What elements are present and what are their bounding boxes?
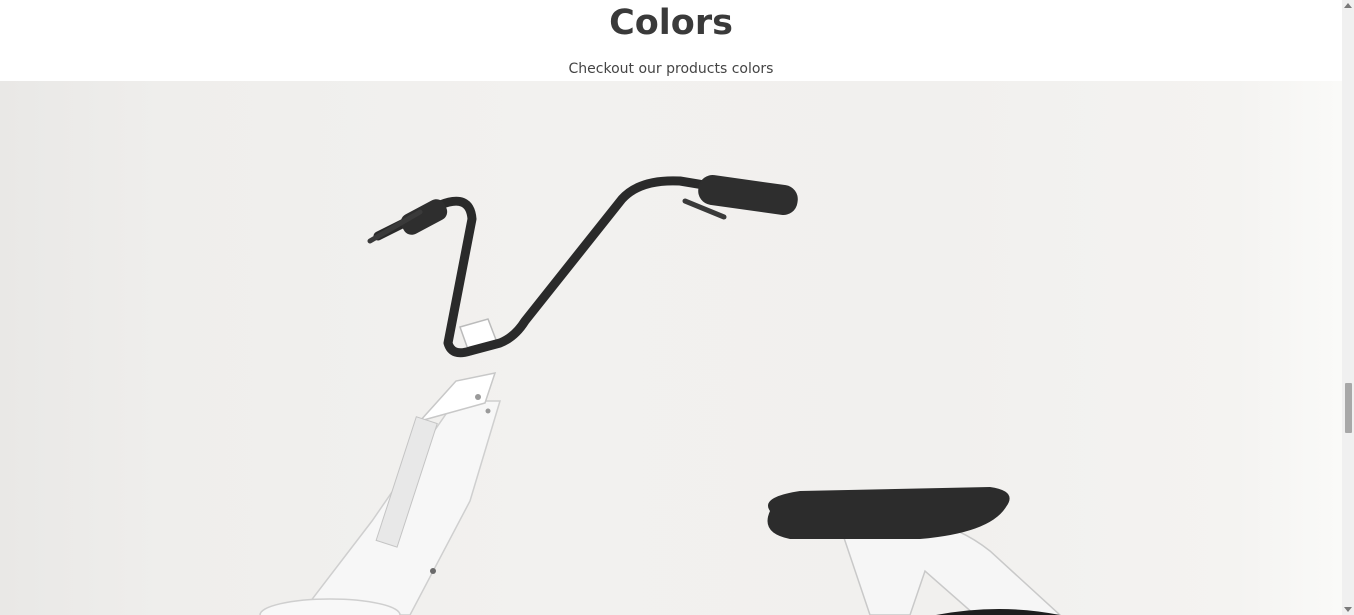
- electric-bike-image: [259, 174, 1062, 615]
- scroll-up-arrow-icon[interactable]: [1344, 3, 1352, 8]
- bike-seat: [767, 487, 1010, 539]
- bike-bolt: [485, 408, 491, 414]
- bike-bolt: [475, 394, 481, 400]
- page-content: Colors Checkout our products colors: [0, 0, 1342, 615]
- product-hero-image: [0, 81, 1342, 615]
- colors-section-header: Colors Checkout our products colors: [0, 0, 1342, 81]
- section-title: Colors: [609, 3, 733, 43]
- vertical-scrollbar[interactable]: [1342, 0, 1354, 615]
- bike-left-grip: [400, 199, 448, 235]
- scrollbar-thumb[interactable]: [1345, 383, 1352, 433]
- scroll-down-arrow-icon[interactable]: [1344, 607, 1352, 612]
- section-subtitle: Checkout our products colors: [568, 61, 774, 77]
- bike-bolt: [430, 568, 436, 574]
